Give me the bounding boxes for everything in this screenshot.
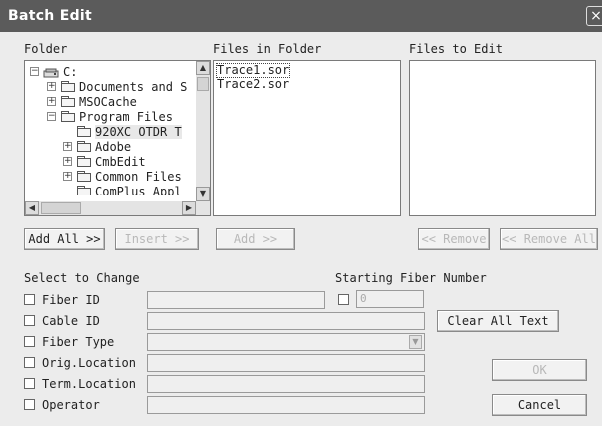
folder-icon xyxy=(77,156,91,167)
folder-label: Folder xyxy=(24,42,68,56)
term-location-label: Term.Location xyxy=(42,377,136,391)
batch-edit-window: Batch Edit × Folder Files in Folder File… xyxy=(0,0,602,426)
cancel-button[interactable]: Cancel xyxy=(492,394,587,416)
tree-item-label: 920XC OTDR T xyxy=(95,125,182,139)
insert-button[interactable]: Insert >> xyxy=(115,228,199,250)
plus-expander-icon[interactable]: + xyxy=(63,172,72,181)
folder-icon xyxy=(77,186,91,195)
tree-root-label: C: xyxy=(63,65,78,79)
scroll-corner xyxy=(196,201,210,215)
starting-fiber-checkbox[interactable] xyxy=(338,294,349,305)
scroll-thumb[interactable] xyxy=(41,202,81,214)
tree-item-label: MSOCache xyxy=(79,95,137,109)
ok-button[interactable]: OK xyxy=(492,359,587,381)
file-list-item[interactable]: Trace2.sor xyxy=(217,78,289,91)
close-button[interactable]: × xyxy=(586,6,602,26)
tree-item-documents[interactable]: + Documents and S xyxy=(25,80,195,94)
plus-expander-icon[interactable]: + xyxy=(63,142,72,151)
fiber-id-checkbox[interactable] xyxy=(24,294,35,305)
tree-item-label: Documents and S xyxy=(79,80,188,94)
clear-all-text-button[interactable]: Clear All Text xyxy=(437,310,559,332)
cable-id-checkbox[interactable] xyxy=(24,315,35,326)
select-to-change-label: Select to Change xyxy=(24,271,140,285)
folder-icon xyxy=(77,141,91,152)
chevron-down-icon[interactable]: ▼ xyxy=(409,335,422,349)
starting-fiber-number-field[interactable]: 0 xyxy=(356,290,424,308)
drive-icon xyxy=(43,68,59,78)
files-in-folder-list[interactable]: Trace1.sor Trace2.sor xyxy=(213,60,401,216)
open-folder-icon xyxy=(61,111,75,122)
fiber-id-label: Fiber ID xyxy=(42,293,100,307)
tree-horizontal-scrollbar[interactable]: ◀ ▶ xyxy=(25,201,196,215)
scroll-left-icon[interactable]: ◀ xyxy=(25,201,39,215)
tree-item-label: Program Files xyxy=(79,110,173,124)
fiber-id-field[interactable] xyxy=(147,291,325,309)
tree-item-label: CmbEdit xyxy=(95,155,146,169)
tree-item-common-files[interactable]: + Common Files xyxy=(25,170,195,184)
fiber-type-checkbox[interactable] xyxy=(24,336,35,347)
remove-all-button[interactable]: << Remove All xyxy=(500,228,598,250)
tree-item-adobe[interactable]: + Adobe xyxy=(25,140,195,154)
folder-icon xyxy=(77,126,91,137)
minus-expander-icon[interactable]: − xyxy=(47,112,56,121)
tree-item-label: Adobe xyxy=(95,140,132,154)
plus-expander-icon[interactable]: + xyxy=(47,97,56,106)
operator-label: Operator xyxy=(42,398,100,412)
folder-icon xyxy=(61,96,75,107)
files-to-edit-label: Files to Edit xyxy=(409,42,503,56)
tree-item-program-files[interactable]: − Program Files xyxy=(25,110,195,124)
orig-location-checkbox[interactable] xyxy=(24,357,35,368)
tree-vertical-scrollbar[interactable]: ▲ ▼ xyxy=(196,61,210,201)
orig-location-field[interactable] xyxy=(147,354,425,372)
tree-item-label: ComPlus Appl xyxy=(95,185,182,195)
orig-location-label: Orig.Location xyxy=(42,356,136,370)
remove-button[interactable]: << Remove xyxy=(418,228,490,250)
file-list-item[interactable]: Trace1.sor xyxy=(215,63,291,78)
plus-expander-icon[interactable]: + xyxy=(63,157,72,166)
scroll-down-icon[interactable]: ▼ xyxy=(196,187,210,201)
window-title: Batch Edit xyxy=(8,8,93,24)
tree-item-complus[interactable]: ComPlus Appl xyxy=(25,185,195,195)
scroll-right-icon[interactable]: ▶ xyxy=(182,201,196,215)
tree-item-920xc[interactable]: 920XC OTDR T xyxy=(25,125,195,139)
plus-expander-icon[interactable]: + xyxy=(47,82,56,91)
title-bar[interactable]: Batch Edit × xyxy=(0,0,602,32)
tree-root-row[interactable]: − C: xyxy=(25,65,195,79)
folder-icon xyxy=(77,171,91,182)
folder-tree[interactable]: − C: + Documents and S + MSOCache − Prog… xyxy=(24,60,211,216)
files-to-edit-list[interactable] xyxy=(409,60,596,216)
operator-field[interactable] xyxy=(147,396,425,414)
operator-checkbox[interactable] xyxy=(24,399,35,410)
scroll-up-icon[interactable]: ▲ xyxy=(196,61,210,75)
term-location-field[interactable] xyxy=(147,375,425,393)
folder-icon xyxy=(61,81,75,92)
cable-id-label: Cable ID xyxy=(42,314,100,328)
starting-fiber-number-label: Starting Fiber Number xyxy=(335,271,487,285)
add-button[interactable]: Add >> xyxy=(216,228,295,250)
fiber-type-label: Fiber Type xyxy=(42,335,115,349)
cable-id-field[interactable] xyxy=(147,312,425,330)
tree-item-msocache[interactable]: + MSOCache xyxy=(25,95,195,109)
fiber-type-select[interactable]: ▼ xyxy=(147,333,425,351)
minus-expander-icon[interactable]: − xyxy=(30,67,39,76)
term-location-checkbox[interactable] xyxy=(24,378,35,389)
scroll-thumb[interactable] xyxy=(197,77,209,91)
tree-item-label: Common Files xyxy=(95,170,182,184)
files-in-folder-label: Files in Folder xyxy=(213,42,322,56)
add-all-button[interactable]: Add All >> xyxy=(24,228,105,250)
tree-item-cmbedit[interactable]: + CmbEdit xyxy=(25,155,195,169)
